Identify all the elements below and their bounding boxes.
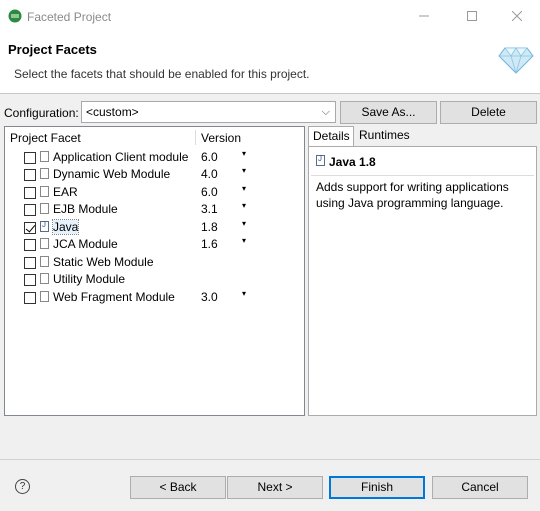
file-icon xyxy=(40,151,49,162)
facet-checkbox[interactable] xyxy=(24,204,36,216)
column-header-facet[interactable]: Project Facet xyxy=(10,131,81,145)
facet-name: Java xyxy=(51,219,80,235)
back-button[interactable]: < Back xyxy=(130,476,226,499)
file-icon xyxy=(40,291,49,302)
facet-name: Application Client module xyxy=(53,150,189,164)
facet-checkbox[interactable] xyxy=(24,257,36,269)
facet-version[interactable]: 1.8 xyxy=(201,220,218,234)
java-file-icon xyxy=(316,154,325,166)
table-row[interactable]: Application Client module 6.0 ▾ xyxy=(5,149,304,166)
dropdown-arrow-icon[interactable]: ▾ xyxy=(242,166,246,175)
diamond-icon xyxy=(498,47,534,75)
footer-divider xyxy=(0,459,540,460)
help-icon[interactable]: ? xyxy=(15,479,30,494)
dropdown-arrow-icon[interactable]: ▾ xyxy=(242,201,246,210)
close-icon xyxy=(511,10,523,22)
eclipse-icon xyxy=(8,9,22,23)
save-as-button[interactable]: Save As... xyxy=(340,101,437,124)
table-row[interactable]: JCA Module 1.6 ▾ xyxy=(5,236,304,253)
dropdown-arrow-icon[interactable]: ▾ xyxy=(242,289,246,298)
details-tabs: Details Runtimes xyxy=(308,126,537,146)
facet-checkbox[interactable] xyxy=(24,274,36,286)
maximize-icon xyxy=(467,11,477,21)
java-file-icon xyxy=(40,220,49,232)
file-icon xyxy=(40,186,49,197)
title-bar: Faceted Project xyxy=(0,0,540,33)
chevron-down-icon: ⌵ xyxy=(321,106,330,118)
facet-version[interactable]: 1.6 xyxy=(201,237,218,251)
table-row[interactable]: Java 1.8 ▾ xyxy=(5,219,304,236)
maximize-button[interactable] xyxy=(449,4,495,30)
delete-button[interactable]: Delete xyxy=(440,101,537,124)
table-row[interactable]: Dynamic Web Module 4.0 ▾ xyxy=(5,166,304,183)
facet-name: Dynamic Web Module xyxy=(53,167,171,181)
dropdown-arrow-icon[interactable]: ▾ xyxy=(242,236,246,245)
facet-version[interactable]: 6.0 xyxy=(201,185,218,199)
window-title: Faceted Project xyxy=(27,10,112,24)
header-banner: Project Facets Select the facets that sh… xyxy=(0,33,540,94)
column-header-version[interactable]: Version xyxy=(201,131,241,145)
table-row[interactable]: EAR 6.0 ▾ xyxy=(5,184,304,201)
page-title: Project Facets xyxy=(8,42,97,57)
facet-name: Static Web Module xyxy=(53,255,154,269)
file-icon xyxy=(40,203,49,214)
dropdown-arrow-icon[interactable]: ▾ xyxy=(242,219,246,228)
details-divider xyxy=(311,175,534,176)
facet-checkbox[interactable] xyxy=(24,152,36,164)
details-description: Adds support for writing applications us… xyxy=(316,180,509,210)
table-row[interactable]: Utility Module xyxy=(5,271,304,288)
configuration-label: Configuration: xyxy=(4,106,79,120)
file-icon xyxy=(40,256,49,267)
facet-checkbox[interactable] xyxy=(24,239,36,251)
facet-checkbox[interactable] xyxy=(24,222,36,234)
facet-name: Web Fragment Module xyxy=(53,290,175,304)
facet-checkbox[interactable] xyxy=(24,169,36,181)
file-icon xyxy=(40,168,49,179)
column-divider xyxy=(195,130,196,145)
table-row[interactable]: EJB Module 3.1 ▾ xyxy=(5,201,304,218)
facet-table: Project Facet Version Application Client… xyxy=(4,126,305,416)
file-icon xyxy=(40,238,49,249)
tab-details[interactable]: Details xyxy=(308,126,354,146)
facet-version[interactable]: 4.0 xyxy=(201,167,218,181)
facet-name: EJB Module xyxy=(53,202,118,216)
facet-name: Utility Module xyxy=(53,272,126,286)
facet-version[interactable]: 6.0 xyxy=(201,150,218,164)
minimize-button[interactable] xyxy=(401,4,447,30)
facet-version[interactable]: 3.1 xyxy=(201,202,218,216)
facet-name: EAR xyxy=(53,185,78,199)
details-panel: Java 1.8 Adds support for writing applic… xyxy=(308,146,537,416)
table-row[interactable]: Static Web Module xyxy=(5,254,304,271)
facet-version[interactable]: 3.0 xyxy=(201,290,218,304)
configuration-value: <custom> xyxy=(86,105,139,119)
configuration-select[interactable]: <custom> ⌵ xyxy=(81,101,336,123)
close-button[interactable] xyxy=(494,4,540,30)
page-description: Select the facets that should be enabled… xyxy=(14,67,310,81)
next-button[interactable]: Next > xyxy=(227,476,323,499)
facet-checkbox[interactable] xyxy=(24,292,36,304)
minimize-icon xyxy=(419,15,429,17)
tab-runtimes[interactable]: Runtimes xyxy=(355,126,411,146)
file-icon xyxy=(40,273,49,284)
finish-button[interactable]: Finish xyxy=(329,476,425,499)
table-row[interactable]: Web Fragment Module 3.0 ▾ xyxy=(5,289,304,306)
dropdown-arrow-icon[interactable]: ▾ xyxy=(242,149,246,158)
cancel-button[interactable]: Cancel xyxy=(432,476,528,499)
facet-checkbox[interactable] xyxy=(24,187,36,199)
details-title: Java 1.8 xyxy=(329,155,376,169)
facet-name: JCA Module xyxy=(53,237,118,251)
dropdown-arrow-icon[interactable]: ▾ xyxy=(242,184,246,193)
